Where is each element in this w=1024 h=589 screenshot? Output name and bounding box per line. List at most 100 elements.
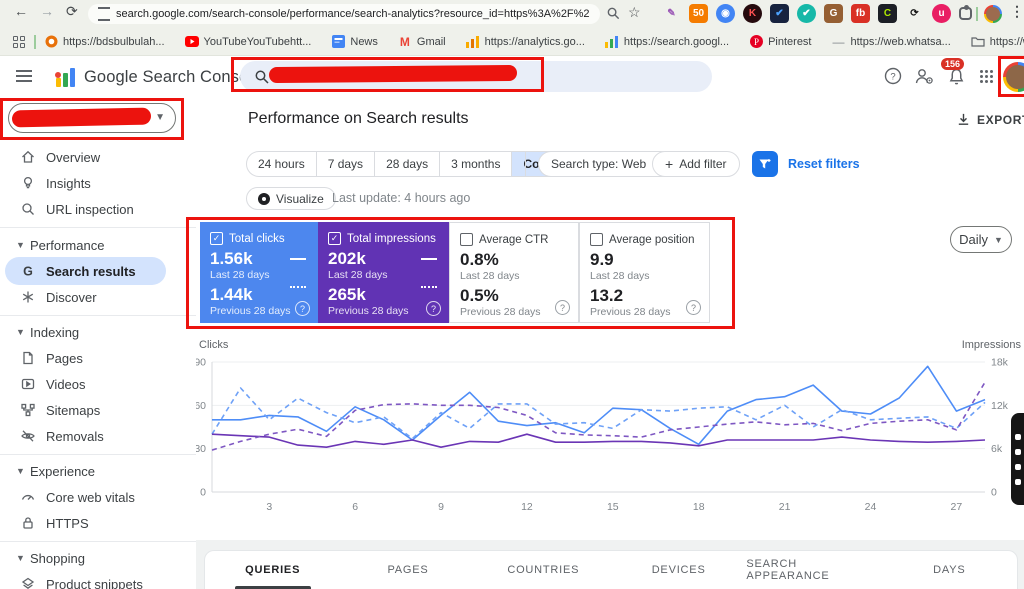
gauge-icon [21, 494, 35, 500]
sidebar-item-overview[interactable]: Overview [0, 145, 196, 169]
screenshot-root: ← → ⟳ search.google.com/search-console/p… [0, 0, 1024, 589]
svg-text:18: 18 [693, 501, 705, 513]
sidebar-section-experience[interactable]: ▼ Experience [0, 460, 196, 482]
search-icon[interactable] [606, 6, 621, 21]
check-navy-icon[interactable]: ✔ [770, 4, 789, 23]
bookmarks-bar: https://bdsbulbulah... YouTubeYouTubehtt.… [0, 28, 1024, 56]
svg-text:21: 21 [779, 501, 791, 513]
forward-icon[interactable]: → [40, 3, 54, 19]
url-text[interactable]: search.google.com/search-console/perform… [116, 8, 590, 20]
filter-funnel-button[interactable] [752, 151, 778, 177]
sidebar-item-insights[interactable]: Insights [0, 171, 196, 195]
sidebar-item-core-web-vitals[interactable]: Core web vitals [0, 485, 196, 509]
bookmark-https-search-googl-5[interactable]: https://search.googl... [605, 35, 729, 49]
lock-icon [23, 517, 33, 529]
bookmark-news-2[interactable]: News [331, 35, 378, 49]
visualize-button[interactable]: Visualize [246, 187, 336, 210]
checked-checkbox[interactable]: ✓ [210, 232, 223, 245]
date-chip-24-hours[interactable]: 24 hours [247, 152, 316, 176]
goodreads-icon[interactable]: G [824, 4, 843, 23]
fifty-icon[interactable]: 50 [689, 4, 708, 23]
sidebar-item-pages[interactable]: Pages [0, 346, 196, 370]
tab-countries[interactable]: COUNTRIES [476, 551, 611, 589]
date-chip-28-days[interactable]: 28 days [374, 152, 439, 176]
feather-icon[interactable]: ✎ [662, 4, 681, 23]
bookmark-apps-icon[interactable] [13, 36, 25, 48]
unchecked-checkbox[interactable] [460, 233, 473, 246]
tab-days[interactable]: DAYS [882, 551, 1017, 589]
sidebar-item-search-results[interactable]: G Search results [0, 257, 196, 285]
metric-card-total-impressions[interactable]: ✓ Total impressions 202k Last 28 days 265k Pr… [318, 222, 449, 323]
user-settings-icon[interactable] [914, 67, 934, 85]
gsc-search-bar[interactable] [240, 61, 712, 92]
sidebar-item-product-snippets[interactable]: Product snippets [0, 572, 196, 589]
tab-queries[interactable]: QUERIES [205, 551, 340, 589]
site-settings-icon[interactable] [98, 7, 110, 21]
bookmark-https-web-whatsa-7[interactable]: — https://web.whatsa... [832, 35, 951, 49]
browser-menu-icon[interactable]: ⋮ [1010, 3, 1024, 20]
card-help-icon[interactable]: ? [555, 300, 570, 315]
search-console-icon [605, 35, 619, 49]
property-selector[interactable]: ▼ [8, 103, 176, 133]
help-icon[interactable]: ? [884, 67, 902, 85]
sidebar-divider [0, 454, 196, 455]
bookmark-youtubeyoutubehtt-1[interactable]: YouTubeYouTubehtt... [184, 35, 311, 49]
browser-toolbar: ← → ⟳ search.google.com/search-console/p… [0, 0, 1024, 28]
card-help-icon[interactable]: ? [686, 300, 701, 315]
google-apps-grid-icon[interactable] [979, 69, 994, 84]
browser-profile-avatar[interactable] [984, 5, 1002, 23]
analytics-icon [466, 35, 480, 49]
check-teal-icon[interactable]: ✔ [797, 4, 816, 23]
camera-icon[interactable]: ◉ [716, 4, 735, 23]
reset-filters-link[interactable]: Reset filters [788, 157, 860, 171]
metric-card-average-ctr[interactable]: Average CTR 0.8% Last 28 days 0.5% Previous … [449, 222, 579, 323]
menu-hamburger-icon[interactable] [16, 70, 32, 82]
bookmark-label: https://search.googl... [623, 35, 730, 48]
add-filter-chip[interactable]: + Add filter [652, 151, 740, 177]
tab-devices[interactable]: DEVICES [611, 551, 746, 589]
back-icon[interactable]: ← [14, 3, 28, 19]
extensions-puzzle-icon[interactable] [959, 5, 972, 20]
export-button[interactable]: EXPORT [956, 112, 1024, 127]
sidebar-section-shopping[interactable]: ▼ Shopping [0, 547, 196, 569]
sidebar-item-discover[interactable]: Discover [0, 285, 196, 309]
sidebar-section-performance[interactable]: ▼ Performance [0, 234, 196, 256]
kobo-k-icon[interactable]: K [743, 4, 762, 23]
checked-checkbox[interactable]: ✓ [328, 232, 341, 245]
sidebar-item-url-inspection[interactable]: URL inspection [0, 197, 196, 221]
ublock-icon[interactable]: u [932, 4, 951, 23]
performance-chart[interactable]: 0 0 30 6k 60 12k 90 18k Clicks Impressions 3 6 9 12 15… [194, 336, 1024, 526]
sidebar-item-sitemaps[interactable]: Sitemaps [0, 398, 196, 422]
date-chip-3-months[interactable]: 3 months [439, 152, 511, 176]
tab-pages[interactable]: PAGES [340, 551, 475, 589]
sidebar-item-removals[interactable]: Removals [0, 424, 196, 448]
bookmark-https-analytics-go-4[interactable]: https://analytics.go... [466, 35, 585, 49]
card-help-icon[interactable]: ? [426, 301, 441, 316]
notifications-bell-icon[interactable] [948, 68, 965, 86]
interval-dropdown[interactable]: Daily ▼ [950, 226, 1012, 253]
card-help-icon[interactable]: ? [295, 301, 310, 316]
tab-search-appearance[interactable]: SEARCH APPEARANCE [746, 551, 881, 589]
session-refresh-icon[interactable]: ⟳ [905, 4, 924, 23]
sidebar-item-videos[interactable]: Videos [0, 372, 196, 396]
asterisk-icon [22, 291, 34, 303]
meta-business-icon[interactable]: fb [851, 4, 870, 23]
search-icon [22, 203, 34, 215]
colorzilla-icon[interactable]: C [878, 4, 897, 23]
unchecked-checkbox[interactable] [590, 233, 603, 246]
bookmark-https-web-whatsa-8[interactable]: https://web.whatsa... [971, 35, 1024, 49]
dash-icon: — [832, 34, 845, 49]
address-bar[interactable]: search.google.com/search-console/perform… [88, 4, 600, 24]
sidebar-item-label: Core web vitals [46, 489, 135, 505]
metric-card-total-clicks[interactable]: ✓ Total clicks 1.56k Last 28 days 1.44k Previ… [200, 222, 318, 323]
sidebar-section-indexing[interactable]: ▼ Indexing [0, 321, 196, 343]
bookmark-star-icon[interactable]: ☆ [628, 4, 641, 21]
metric-card-average-position[interactable]: Average position 9.9 Last 28 days 13.2 Previ… [579, 222, 710, 323]
date-chip-7-days[interactable]: 7 days [315, 152, 374, 176]
bookmark-https-bdsbulbulah-0[interactable]: https://bdsbulbulah... [44, 35, 165, 49]
sidebar-item-https[interactable]: HTTPS [0, 511, 196, 535]
floating-widget[interactable] [1011, 413, 1024, 505]
bookmark-gmail-3[interactable]: M Gmail [398, 35, 446, 49]
bookmark-pinterest-6[interactable]: P Pinterest [749, 35, 812, 49]
refresh-icon[interactable]: ⟳ [66, 3, 78, 20]
